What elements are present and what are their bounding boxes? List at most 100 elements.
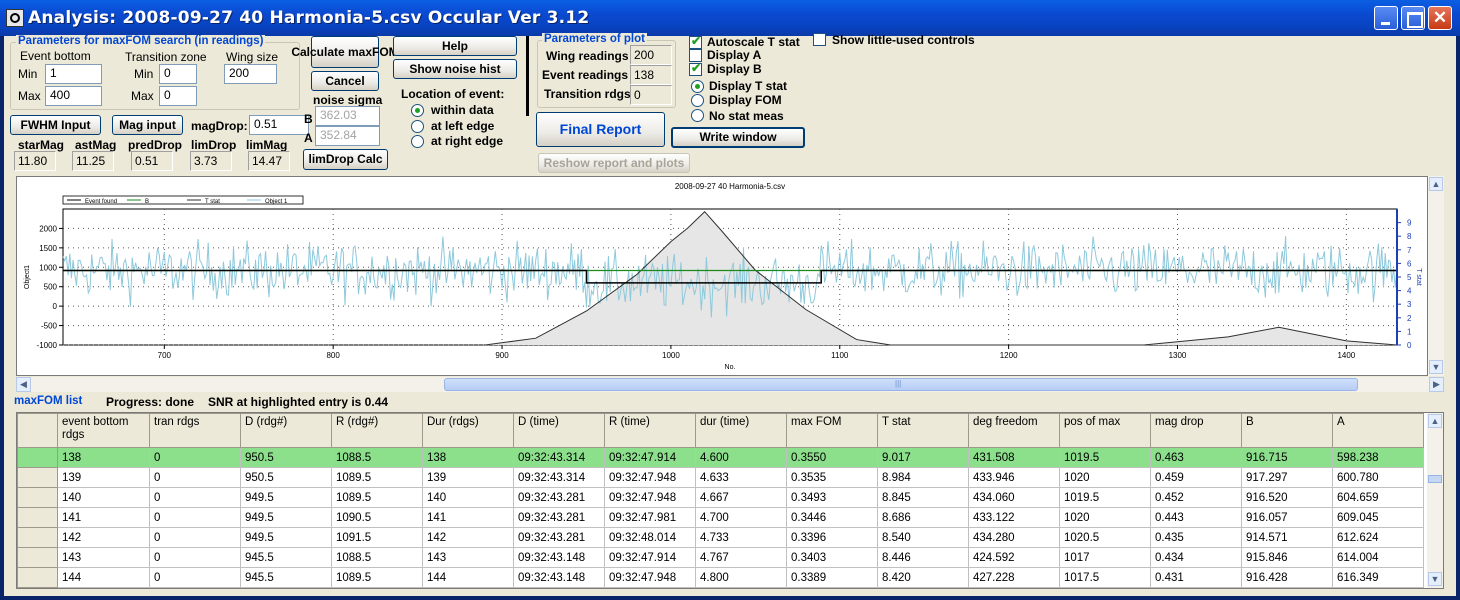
display-b-checkbox[interactable]	[689, 61, 702, 76]
table-row[interactable]: 139 0 950.5 1089.5 139 09:32:43.314 09:32:47.9…	[17, 467, 1424, 488]
display-a-label: Display A	[707, 48, 762, 62]
row-header[interactable]	[17, 467, 58, 488]
column-header[interactable]: A	[1332, 413, 1424, 448]
table-cell: 09:32:43.281	[513, 507, 605, 528]
chart-vscrollbar[interactable]: ▲ ▼	[1428, 176, 1444, 376]
limmag-label: limMag	[246, 138, 288, 152]
transition-zone-label: Transition zone	[125, 50, 207, 64]
limmag-value: 14.47	[248, 151, 290, 171]
scroll-thumb[interactable]: |||	[444, 378, 1358, 391]
row-header[interactable]	[17, 567, 58, 588]
column-header[interactable]: dur (time)	[695, 413, 787, 448]
reshow-report-button[interactable]: Reshow report and plots	[538, 153, 690, 173]
magdrop-field[interactable]: 0.51	[249, 115, 309, 135]
maximize-button[interactable]	[1401, 6, 1425, 30]
table-cell: 144	[57, 567, 150, 588]
table-row[interactable]: 142 0 949.5 1091.5 142 09:32:43.281 09:32:48.0…	[17, 527, 1424, 548]
display-fom-radio[interactable]	[691, 94, 704, 107]
final-report-button[interactable]: Final Report	[536, 112, 665, 147]
table-cell: 0.3403	[786, 547, 878, 568]
radio-within-data[interactable]	[411, 104, 424, 117]
noise-sigma-label: noise sigma	[313, 93, 383, 107]
wing-size-field[interactable]: 200	[224, 64, 277, 84]
column-header[interactable]: event bottom rdgs	[57, 413, 150, 448]
fwhm-input-button[interactable]: FWHM Input	[10, 115, 101, 135]
help-button[interactable]: Help	[393, 36, 517, 56]
limdrop-calc-button[interactable]: limDrop Calc	[303, 149, 388, 170]
column-header[interactable]: D (rdg#)	[240, 413, 332, 448]
cancel-button[interactable]: Cancel	[311, 71, 379, 91]
table-cell: 433.946	[968, 467, 1060, 488]
column-header[interactable]: Dur (rdgs)	[422, 413, 514, 448]
column-header[interactable]: mag drop	[1150, 413, 1242, 448]
row-header[interactable]	[17, 447, 58, 468]
column-header[interactable]: T stat	[877, 413, 969, 448]
write-window-button[interactable]: Write window	[671, 127, 805, 148]
table-row[interactable]: 143 0 945.5 1088.5 143 09:32:43.148 09:32:47.9…	[17, 547, 1424, 568]
table-cell: 09:32:47.981	[604, 507, 696, 528]
tz-max-field[interactable]: 0	[159, 86, 197, 106]
transition-rdgs-label: Transition rdgs	[544, 87, 631, 101]
close-button[interactable]: ✕	[1428, 6, 1452, 30]
noise-a-field[interactable]: 352.84	[315, 126, 380, 146]
row-header[interactable]	[17, 507, 58, 528]
y-tick-label: 1500	[39, 244, 57, 253]
radio-right-edge[interactable]	[411, 135, 424, 148]
maxfom-table[interactable]: event bottom rdgs tran rdgs D (rdg#) R (rdg…	[16, 412, 1444, 589]
table-row[interactable]: 141 0 949.5 1090.5 141 09:32:43.281 09:32:47.9…	[17, 507, 1424, 528]
noise-b-field[interactable]: 362.03	[315, 106, 380, 126]
scroll-left-button[interactable]: ◀	[16, 377, 31, 392]
table-row[interactable]: 140 0 949.5 1089.5 140 09:32:43.281 09:32:47.9…	[17, 487, 1424, 508]
column-header[interactable]: tran rdgs	[149, 413, 241, 448]
calculate-maxfom-button[interactable]: Calculate maxFOM	[291, 36, 399, 68]
column-header[interactable]: R (rdg#)	[331, 413, 423, 448]
table-cell: 424.592	[968, 547, 1060, 568]
column-header[interactable]: B	[1241, 413, 1333, 448]
table-cell: 142	[57, 527, 150, 548]
table-cell: 0	[149, 447, 241, 468]
row-header[interactable]	[17, 547, 58, 568]
column-header[interactable]: max FOM	[786, 413, 878, 448]
autoscale-checkbox[interactable]	[689, 34, 702, 49]
little-used-checkbox[interactable]	[813, 33, 826, 46]
no-stat-radio[interactable]	[691, 109, 704, 122]
chart-hscrollbar[interactable]: ◀ ||| ▶	[16, 377, 1444, 392]
table-scroll-up-button[interactable]: ▲	[1428, 414, 1442, 428]
row-header[interactable]	[17, 527, 58, 548]
table-cell: 1020.5	[1059, 527, 1151, 548]
radio-left-edge[interactable]	[411, 120, 424, 133]
chart-scroll-down-button[interactable]: ▼	[1429, 360, 1443, 374]
minimize-button[interactable]	[1374, 6, 1398, 30]
x-tick-label: 900	[495, 351, 509, 360]
legend-label: T stat	[205, 199, 220, 205]
maxfom-params-label: Parameters for maxFOM search (in reading…	[16, 35, 266, 47]
show-noise-hist-button[interactable]: Show noise hist	[393, 59, 517, 79]
tz-min-field[interactable]: 0	[159, 64, 197, 84]
tz-min-label: Min	[134, 67, 154, 81]
table-scroll-down-button[interactable]: ▼	[1428, 572, 1442, 586]
column-header[interactable]: R (time)	[604, 413, 696, 448]
table-cell: 0.3396	[786, 527, 878, 548]
scroll-right-button[interactable]: ▶	[1429, 377, 1444, 392]
column-header[interactable]: D (time)	[513, 413, 605, 448]
event-max-field[interactable]: 400	[45, 86, 102, 106]
table-cell: 949.5	[240, 487, 332, 508]
mag-input-button[interactable]: Mag input	[112, 115, 183, 135]
table-cell: 1089.5	[331, 467, 423, 488]
table-row[interactable]: 138 0 950.5 1088.5 138 09:32:43.314 09:32:47.9…	[17, 447, 1424, 468]
table-vscrollbar[interactable]: ▲ ▼	[1427, 413, 1443, 588]
column-header[interactable]: pos of max	[1059, 413, 1151, 448]
event-min-field[interactable]: 1	[45, 64, 102, 84]
table-cell: 616.349	[1332, 567, 1424, 588]
radio-within-data-label: within data	[431, 103, 494, 117]
display-tstat-radio[interactable]	[691, 80, 704, 93]
display-b-label: Display B	[707, 62, 762, 76]
table-scroll-thumb[interactable]	[1428, 475, 1442, 483]
table-cell: 143	[57, 547, 150, 568]
row-header[interactable]	[17, 487, 58, 508]
client-area: Parameters for maxFOM search (in reading…	[4, 33, 1456, 596]
chart-scroll-up-button[interactable]: ▲	[1429, 177, 1443, 191]
transition-rdgs-value: 0	[630, 85, 672, 105]
table-row[interactable]: 144 0 945.5 1089.5 144 09:32:43.148 09:32:47.9…	[17, 567, 1424, 588]
column-header[interactable]: deg freedom	[968, 413, 1060, 448]
